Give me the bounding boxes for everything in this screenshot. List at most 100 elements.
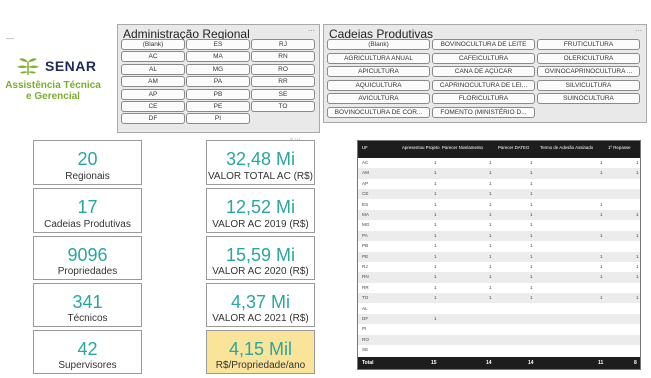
table-cell: 1 [600, 295, 603, 301]
table-cell: 1 [530, 160, 533, 165]
kpi-value: 12,52 Mi [225, 197, 296, 217]
table-row[interactable]: AC 1 1 1 1 1 [358, 158, 640, 168]
table-row[interactable]: RJ 1 1 1 1 1 [358, 262, 640, 272]
table-cell: PB [362, 243, 369, 249]
slicer-chip-pb[interactable]: PB [186, 88, 250, 100]
slicer-chip-to[interactable]: TO [251, 101, 315, 112]
table-cell: 1 [434, 222, 437, 228]
kpi-value: 15,59 Mi [225, 245, 296, 265]
table-cell: PE [362, 253, 369, 259]
logo-name: SENAR [45, 58, 97, 74]
slicer-chip-16[interactable]: BOVINOCULTURA DE COR... [327, 107, 430, 118]
table-total-row: Total 15 14 14 11 8 [358, 357, 640, 369]
table-cell: 1 [489, 170, 492, 176]
slicer-chip-13[interactable]: AVICULTURA [327, 93, 430, 105]
table-cell: 1 [489, 232, 492, 238]
slicer-chip-pe[interactable]: PE [186, 101, 250, 112]
slicer-chip-se[interactable]: SE [251, 88, 315, 100]
column-header[interactable]: Termo de Adesão Assinado [540, 145, 593, 150]
slicer-chip-al[interactable]: AL [121, 63, 185, 75]
table-row[interactable]: PE 1 1 1 1 1 [358, 251, 640, 262]
column-header[interactable]: Apresentou Projeto [402, 145, 440, 150]
slicer-menu-icon[interactable]: ⋯ [308, 27, 315, 35]
slicer-chip-pa[interactable]: PA [186, 76, 250, 88]
table-cell: 1 [636, 253, 639, 259]
table-cell: 1 [489, 284, 492, 290]
table-cell: 1 [489, 222, 492, 228]
kpi-label: VALOR AC 2019 (R$) [212, 219, 309, 230]
total-cell: Total [362, 360, 374, 366]
kpi-card: 20 Regionais [33, 140, 142, 185]
table-cell: RO [362, 336, 369, 342]
kpi-value: 4,37 Mi [230, 292, 291, 312]
table-row[interactable]: DF 1 [358, 314, 640, 325]
table-row[interactable]: RN 1 1 1 1 1 [358, 272, 640, 283]
slicer-chip-7[interactable]: APICULTURA [327, 66, 430, 78]
slicer-chip-ce[interactable]: CE [121, 101, 185, 112]
slicer-chip-pi[interactable]: PI [186, 113, 250, 125]
slicer-chip-rj[interactable]: RJ [251, 39, 315, 50]
slicer-chip-8[interactable]: CANA DE AÇÚCAR [432, 66, 535, 78]
table-cell: 1 [600, 274, 603, 280]
slicer-chip-am[interactable]: AM [121, 76, 185, 88]
slicer-chip-6[interactable]: OLERICULTURA [537, 52, 640, 64]
slicer-chip-11[interactable]: CAPRINOCULTURA DE LEI... [432, 79, 535, 91]
slicer-chip-15[interactable]: SUINOCULTURA [537, 93, 640, 105]
slicer-chip-9[interactable]: OVINOCAPRINOCULTURA ... [537, 66, 640, 78]
table-row[interactable]: AP 1 1 1 [358, 179, 640, 189]
table-row[interactable]: MA 1 1 1 1 1 [358, 210, 640, 221]
table-cell: 1 [434, 180, 437, 186]
table-row[interactable]: MG 1 1 1 [358, 220, 640, 230]
table-row[interactable]: SE [358, 345, 640, 355]
column-header[interactable]: Parecer DATEG [498, 145, 529, 150]
table-row[interactable]: RO [358, 334, 640, 345]
slicer-chip-rn[interactable]: RN [251, 51, 315, 63]
table-cell: AP [362, 180, 369, 186]
table-row[interactable]: ES 1 1 1 1 [358, 200, 640, 210]
slicer-chip-1[interactable]: (Blank) [327, 39, 430, 50]
kpi-card: 4,37 Mi VALOR AC 2021 (R$) [206, 283, 315, 327]
table-cell: 1 [489, 160, 492, 165]
table-cell: TO [362, 295, 369, 301]
slicer-chip-3[interactable]: FRUTICULTURA [537, 39, 640, 50]
table-cell: 1 [434, 295, 437, 301]
slicer-chip-es[interactable]: ES [186, 39, 250, 50]
table-row[interactable]: PA 1 1 1 1 1 [358, 230, 640, 241]
table-row[interactable]: PI [358, 324, 640, 334]
slicer-chip-2[interactable]: BOVINOCULTURA DE LEITE [432, 39, 535, 50]
cadeias-slicer: Cadeias Produtivas ⋯ (Blank) BOVINOCULTUR… [323, 24, 647, 123]
slicer-chip-14[interactable]: FLORICULTURA [432, 93, 535, 105]
table-row[interactable]: AL [358, 304, 640, 314]
kpi-value: 42 [77, 339, 98, 359]
kpi-value: 17 [77, 197, 98, 217]
slicer-chip-ma[interactable]: MA [186, 51, 250, 63]
logo-subtitle: Assistência Técnica e Gerencial [5, 80, 101, 102]
column-header[interactable]: UF [362, 145, 368, 150]
slicer-chip-ro[interactable]: RO [251, 63, 315, 75]
slicer-chip-12[interactable]: SILVICULTURA [537, 79, 640, 91]
column-header[interactable]: 1º Repasse [608, 145, 631, 150]
kpi-label: VALOR AC 2020 (R$) [212, 266, 309, 277]
column-header[interactable]: Parecer Nivelamento [442, 145, 483, 150]
slicer-chip-10[interactable]: AQUICULTURA [327, 79, 430, 91]
visual-options-icon[interactable]: ▿ ⋯ [290, 136, 301, 143]
slicer-chip-5[interactable]: CAFEICULTURA [432, 52, 535, 64]
slicer-chip-4[interactable]: AGRICULTURA ANUAL [327, 52, 430, 64]
slicer-chip-df[interactable]: DF [121, 113, 185, 125]
table-row[interactable]: RR 1 1 1 [358, 283, 640, 293]
slicer-chip-rr[interactable]: RR [251, 76, 315, 88]
table-row[interactable]: TO 1 1 1 1 1 [358, 293, 640, 304]
table-cell: 1 [530, 222, 533, 228]
slicer-chip-blank[interactable]: (Blank) [121, 39, 185, 50]
slicer-chip-ap[interactable]: AP [121, 88, 185, 100]
table-row[interactable]: AM 1 1 1 1 1 [358, 168, 640, 179]
kpi-card: 4,15 Mil R$/Propriedade/ano [206, 330, 315, 374]
slicer-chip-mg[interactable]: MG [186, 63, 250, 75]
table-cell: 1 [530, 264, 533, 269]
table-cell: 1 [489, 212, 492, 217]
slicer-menu-icon[interactable]: ⋯ [635, 27, 642, 35]
slicer-chip-ac[interactable]: AC [121, 51, 185, 63]
slicer-chip-17[interactable]: FOMENTO (MINISTÉRIO D... [432, 107, 535, 118]
table-row[interactable]: CE 1 1 1 [358, 189, 640, 200]
table-row[interactable]: PB 1 1 1 [358, 241, 640, 251]
